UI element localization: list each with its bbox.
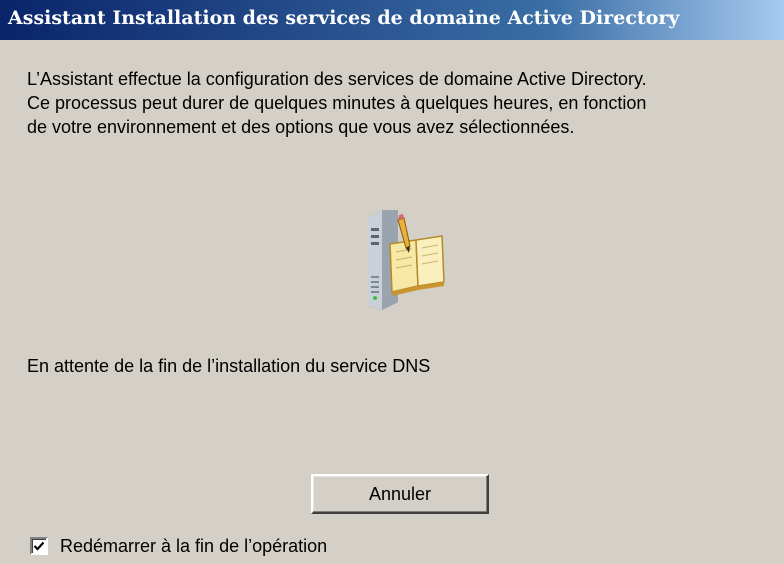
description-line: L’Assistant effectue la configuration de… — [27, 69, 647, 89]
restart-option[interactable]: Redémarrer à la fin de l’opération — [30, 535, 327, 557]
description-line: de votre environnement et des options qu… — [27, 117, 575, 137]
wizard-dialog: Assistant Installation des services de d… — [0, 0, 784, 564]
restart-checkbox[interactable] — [30, 537, 48, 555]
restart-checkbox-label[interactable]: Redémarrer à la fin de l’opération — [60, 536, 327, 557]
description-text: L’Assistant effectue la configuration de… — [27, 67, 767, 139]
checkmark-icon — [33, 541, 45, 551]
window-title: Assistant Installation des services de d… — [8, 7, 680, 29]
cancel-button[interactable]: Annuler — [311, 474, 489, 514]
server-book-icon — [354, 206, 454, 310]
description-line: Ce processus peut durer de quelques minu… — [27, 93, 647, 113]
title-bar[interactable]: Assistant Installation des services de d… — [0, 0, 784, 40]
status-text: En attente de la fin de l’installation d… — [27, 356, 431, 376]
